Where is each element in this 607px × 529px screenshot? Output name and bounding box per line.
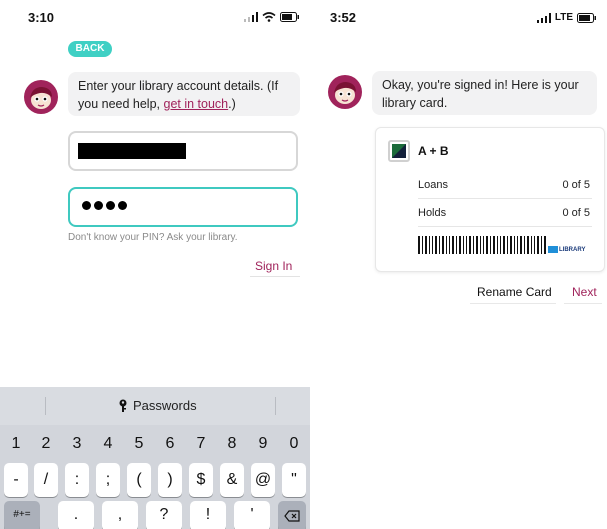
next-button[interactable]: Next (572, 285, 597, 299)
key-1[interactable]: 1 (4, 427, 28, 461)
key-2[interactable]: 2 (34, 427, 58, 461)
row-divider (418, 198, 592, 199)
rename-card-button[interactable]: Rename Card (477, 285, 552, 299)
status-icons: LTE (536, 12, 597, 23)
key-6[interactable]: 6 (158, 427, 182, 461)
librarian-avatar-icon (328, 75, 362, 109)
key-comma[interactable]: , (102, 501, 138, 529)
keyboard-suggestion-bar: Passwords (0, 387, 310, 425)
pin-dots (82, 201, 127, 210)
signed-in-bubble: Okay, you're signed in! Here is your lib… (372, 71, 597, 115)
key-close-paren[interactable]: ) (158, 463, 182, 497)
library-logo-icon (388, 140, 410, 162)
sign-in-divider (250, 276, 300, 277)
key-9[interactable]: 9 (251, 427, 275, 461)
status-time: 3:52 (330, 10, 357, 25)
key-dash[interactable]: - (4, 463, 28, 497)
card-name: A + B (418, 144, 449, 158)
library-card-screen: 3:52 LTE Okay, you're signed in! Here is… (318, 0, 607, 529)
key-ampersand[interactable]: & (220, 463, 244, 497)
library-card: A + B Loans 0 of 5 Holds 0 of 5 LIBRARY (375, 127, 605, 272)
instruction-bubble: Enter your library account details. (If … (68, 72, 300, 116)
key-colon[interactable]: : (65, 463, 89, 497)
key-apostrophe[interactable]: ' (234, 501, 270, 529)
sign-in-screen: 3:10 BACK Enter your library account det… (0, 0, 310, 529)
rename-divider (470, 303, 556, 304)
status-time: 3:10 (28, 10, 55, 25)
pin-hint: Don't know your PIN? Ask your library. (68, 232, 238, 243)
key-at[interactable]: @ (251, 463, 275, 497)
backspace-key[interactable] (278, 501, 306, 529)
key-semicolon[interactable]: ; (96, 463, 120, 497)
library-brand-logo: LIBRARY (548, 246, 585, 253)
network-type: LTE (554, 12, 573, 23)
status-icons (244, 12, 300, 22)
key-icon (119, 399, 127, 412)
wifi-icon (262, 12, 276, 22)
battery-icon (280, 12, 299, 22)
key-open-paren[interactable]: ( (127, 463, 151, 497)
key-5[interactable]: 5 (127, 427, 151, 461)
redacted-username (78, 143, 186, 159)
keyboard: Passwords 1 2 3 4 5 6 7 8 9 0 - / : ; ( … (0, 387, 310, 529)
loans-value: 0 of 5 (562, 179, 590, 191)
holds-label: Holds (418, 207, 447, 219)
key-dollar[interactable]: $ (189, 463, 213, 497)
sign-in-button[interactable]: Sign In (255, 259, 292, 273)
instruction-text-end: .) (228, 97, 236, 111)
next-divider (564, 303, 602, 304)
librarian-avatar-icon (24, 80, 58, 114)
barcode-icon (418, 236, 546, 254)
loans-label: Loans (418, 179, 448, 191)
key-symbols[interactable]: #+= (4, 501, 40, 529)
key-exclamation[interactable]: ! (190, 501, 226, 529)
get-in-touch-link[interactable]: get in touch (164, 97, 229, 111)
key-8[interactable]: 8 (220, 427, 244, 461)
signal-icon (536, 12, 551, 23)
key-3[interactable]: 3 (65, 427, 89, 461)
status-bar: 3:10 (0, 10, 310, 30)
suggestion-separator (275, 397, 276, 415)
back-button[interactable]: BACK (68, 41, 112, 57)
key-7[interactable]: 7 (189, 427, 213, 461)
key-0[interactable]: 0 (282, 427, 306, 461)
passwords-button[interactable]: Passwords (118, 398, 197, 413)
battery-icon (577, 12, 596, 23)
holds-value: 0 of 5 (562, 207, 590, 219)
barcode-field[interactable] (68, 131, 298, 171)
key-period[interactable]: . (58, 501, 94, 529)
signal-icon (244, 12, 258, 22)
row-divider (418, 226, 592, 227)
library-brand-text: LIBRARY (559, 246, 586, 253)
key-4[interactable]: 4 (96, 427, 120, 461)
status-bar: 3:52 LTE (318, 10, 607, 30)
pin-field[interactable] (68, 187, 298, 227)
passwords-label: Passwords (133, 398, 197, 413)
backspace-icon (284, 510, 300, 522)
key-slash[interactable]: / (34, 463, 58, 497)
suggestion-separator (45, 397, 46, 415)
key-quote[interactable]: " (282, 463, 306, 497)
key-question[interactable]: ? (146, 501, 182, 529)
